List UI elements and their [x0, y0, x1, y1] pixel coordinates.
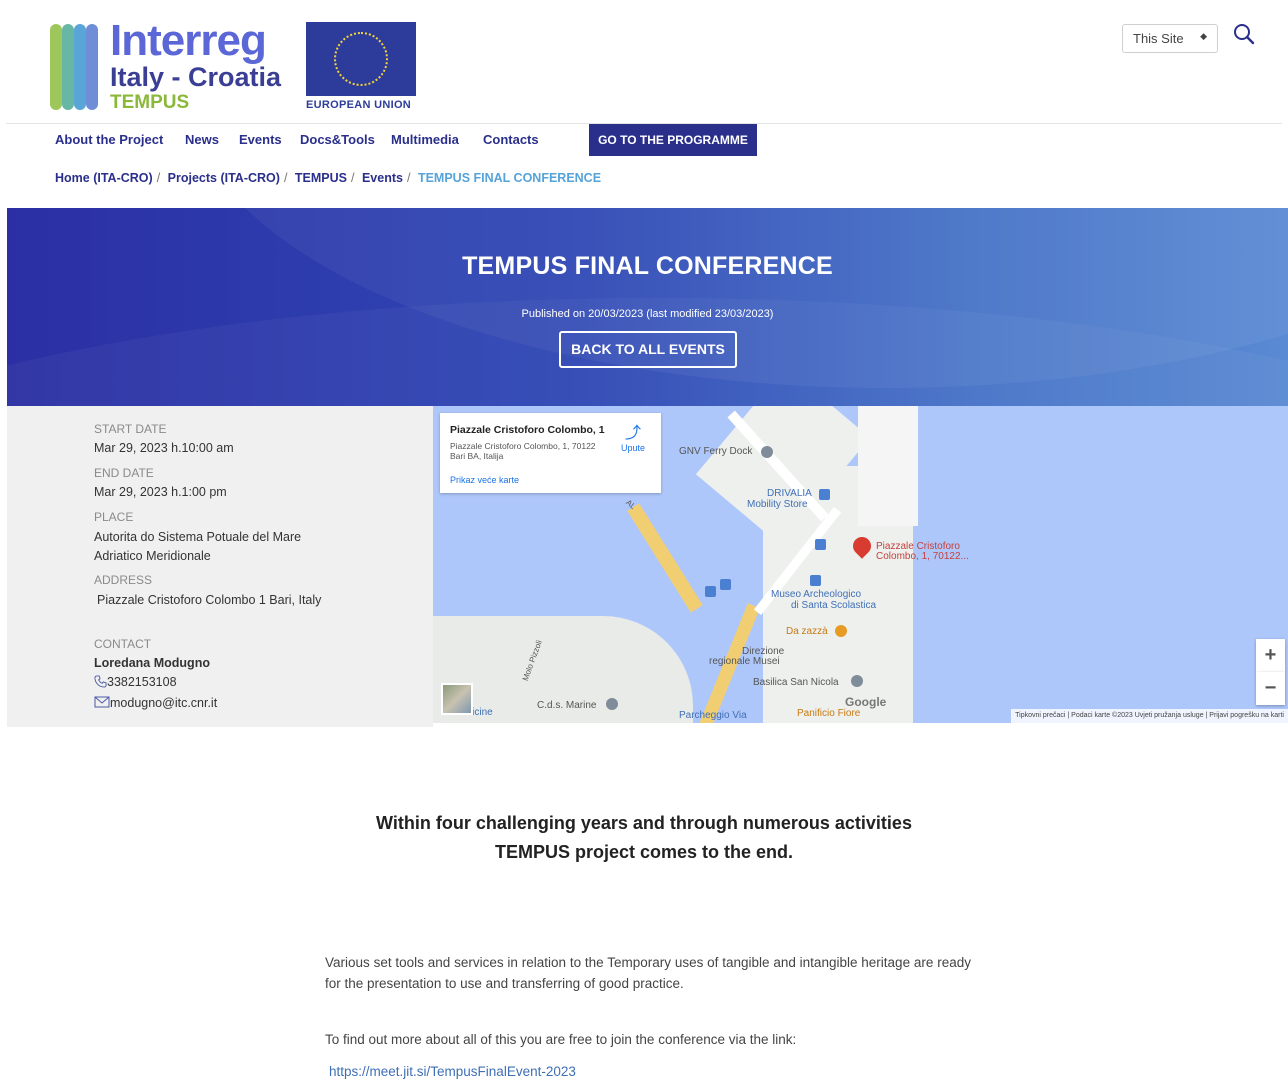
- go-to-programme-button[interactable]: GO TO THE PROGRAMME: [589, 124, 757, 156]
- intro-line-2: TEMPUS project comes to the end.: [494, 842, 794, 862]
- contact-email-row[interactable]: modugno@itc.cnr.it: [94, 696, 217, 710]
- intro-line-1: Within four challenging years and throug…: [376, 813, 912, 833]
- end-date-label: END DATE: [94, 466, 154, 480]
- satellite-toggle[interactable]: [441, 683, 473, 715]
- breadcrumb: Home (ITA-CRO) / Projects (ITA-CRO) / TEMP…: [55, 171, 602, 185]
- back-to-events-button[interactable]: BACK TO ALL EVENTS: [559, 331, 737, 368]
- map-label-cds: C.d.s. Marine: [537, 700, 597, 711]
- map-card-address: Piazzale Cristoforo Colombo, 1, 70122 Ba…: [450, 441, 596, 461]
- end-date-value: Mar 29, 2023 h.1:00 pm: [94, 485, 227, 499]
- bus-stop-icon: [720, 579, 731, 590]
- nav-item-multimedia[interactable]: Multimedia: [391, 132, 459, 147]
- map-label-museo2: di Santa Scolastica: [791, 600, 877, 611]
- nav-item-events[interactable]: Events: [239, 132, 282, 147]
- start-date-label: START DATE: [94, 422, 167, 436]
- eu-flag-icon: [306, 22, 416, 96]
- main-nav: About the Project News Events Docs&Tools…: [55, 124, 1288, 158]
- eu-label: EUROPEAN UNION: [306, 99, 412, 111]
- nav-item-docs-tools[interactable]: Docs&Tools: [300, 132, 375, 147]
- address-value: Piazzale Cristoforo Colombo 1 Bari, Ital…: [97, 593, 322, 607]
- map-label-ferry: GNV Ferry Dock: [679, 446, 753, 457]
- logo-region: Italy - Croatia: [110, 62, 282, 92]
- zoom-in-button[interactable]: +: [1256, 639, 1285, 672]
- bus-stop-icon: [815, 539, 826, 550]
- site-header: Interreg Italy - Croatia TEMPUS EUROPEAN…: [6, 0, 1282, 124]
- place-value-line2: Adriatico Meridionale: [94, 549, 211, 563]
- published-date: Published on 20/03/2023 (last modified 2…: [521, 308, 774, 320]
- bus-stop-icon: [705, 586, 716, 597]
- event-details-panel: START DATE Mar 29, 2023 h.10:00 am END D…: [7, 406, 433, 727]
- interreg-logo[interactable]: Interreg Italy - Croatia TEMPUS EUROPEAN…: [48, 18, 428, 116]
- event-hero-banner: TEMPUS FINAL CONFERENCE Published on 20/…: [7, 208, 1288, 406]
- page-title: TEMPUS FINAL CONFERENCE: [462, 252, 833, 280]
- contact-label: CONTACT: [94, 637, 152, 651]
- bus-stop-icon: [810, 575, 821, 586]
- store-icon: [819, 489, 830, 500]
- church-icon: [851, 675, 863, 687]
- location-map[interactable]: Piazzale Cristoforo Colombo, 1 Piazzale …: [433, 406, 1288, 723]
- phone-icon: [94, 675, 107, 688]
- google-logo: Google: [845, 695, 887, 709]
- body-paragraph-2: To find out more about all of this you a…: [325, 1032, 797, 1047]
- nav-item-news[interactable]: News: [185, 132, 219, 147]
- search-scope-select[interactable]: This Site ◆: [1122, 24, 1218, 53]
- contact-phone-row[interactable]: 3382153108: [94, 675, 177, 689]
- contact-email: modugno@itc.cnr.it: [110, 696, 218, 710]
- intro-text: Within four challenging years and throug…: [0, 809, 1288, 867]
- breadcrumb-projects[interactable]: Projects (ITA-CRO): [168, 171, 280, 185]
- map-info-card: Piazzale Cristoforo Colombo, 1 Piazzale …: [440, 413, 661, 493]
- mail-icon: [94, 696, 110, 708]
- map-label-dazazza: Da zazzà: [786, 626, 828, 637]
- directions-label: Upute: [620, 443, 646, 453]
- logo-waves-icon: [50, 24, 102, 110]
- conference-link[interactable]: https://meet.jit.si/TempusFinalEvent-202…: [329, 1064, 576, 1079]
- map-label-pin2: Colombo, 1, 70122...: [876, 551, 969, 562]
- zoom-out-button[interactable]: −: [1256, 672, 1285, 705]
- ferry-pin-icon: [761, 446, 773, 458]
- place-value-line1: Autorita do Sistema Potuale del Mare: [94, 530, 302, 544]
- body-paragraph-1: Various set tools and services in relati…: [325, 955, 971, 991]
- contact-name: Loredana Modugno: [94, 656, 210, 670]
- breadcrumb-home[interactable]: Home (ITA-CRO): [55, 171, 153, 185]
- directions-icon: ⤴: [624, 425, 641, 442]
- marina-pin-icon: [606, 698, 618, 710]
- start-date-value: Mar 29, 2023 h.10:00 am: [94, 441, 234, 455]
- breadcrumb-events[interactable]: Events: [362, 171, 403, 185]
- logo-brand: Interreg: [110, 16, 267, 65]
- select-arrow-icon: ◆: [1200, 31, 1207, 41]
- breadcrumb-current: TEMPUS FINAL CONFERENCE: [417, 171, 602, 185]
- restaurant-icon: [835, 625, 847, 637]
- map-land: [858, 406, 918, 526]
- map-label-drivalia: DRIVALIA: [767, 488, 812, 499]
- larger-map-link[interactable]: Prikaz veće karte: [450, 475, 519, 485]
- search-icon[interactable]: [1232, 22, 1256, 46]
- map-label-museo: Museo Archeologico: [771, 589, 862, 600]
- map-label-direzione2: regionale Musei: [709, 656, 780, 667]
- map-card-title: Piazzale Cristoforo Colombo, 1: [450, 424, 605, 436]
- map-label-basilica: Basilica San Nicola: [753, 677, 839, 688]
- map-attribution[interactable]: Tipkovni prečaci | Podaci karte ©2023 Uv…: [1011, 709, 1288, 723]
- place-label: PLACE: [94, 510, 134, 524]
- map-label-parcheggio: Parcheggio Via: [679, 710, 747, 721]
- map-label-panificio: Panificio Fiore: [797, 708, 861, 719]
- logo-project: TEMPUS: [110, 92, 190, 113]
- directions-button[interactable]: ⤴ Upute: [615, 425, 651, 453]
- map-label-drivalia2: Mobility Store: [747, 499, 808, 510]
- contact-phone: 3382153108: [107, 675, 177, 689]
- address-label: ADDRESS: [94, 573, 153, 587]
- search-scope-value: This Site: [1133, 31, 1184, 46]
- nav-item-about[interactable]: About the Project: [55, 132, 163, 147]
- breadcrumb-tempus[interactable]: TEMPUS: [295, 171, 347, 185]
- nav-item-contacts[interactable]: Contacts: [483, 132, 539, 147]
- map-road: [627, 503, 703, 613]
